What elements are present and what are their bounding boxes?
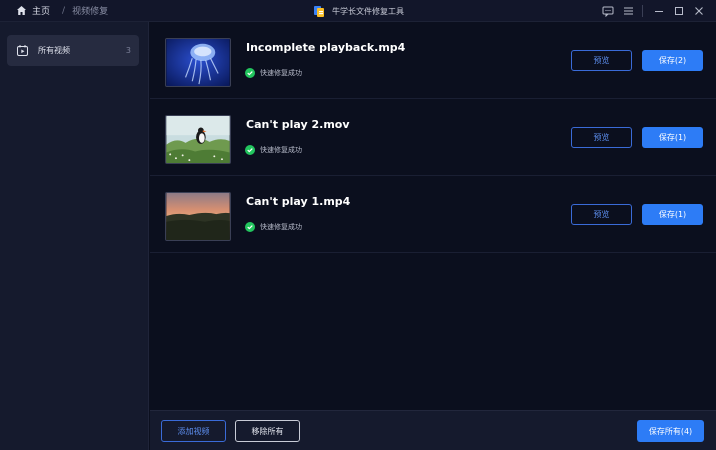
sidebar: 所有视频 3 — [0, 22, 149, 450]
minimize-icon[interactable] — [650, 2, 668, 20]
file-row: Can't play 2.mov 快速修复成功 预览 保存(1) — [150, 99, 716, 176]
sidebar-item-all-videos[interactable]: 所有视频 3 — [7, 35, 139, 66]
success-check-icon — [245, 222, 255, 232]
video-thumbnail-jellyfish[interactable] — [165, 38, 231, 87]
remove-all-button[interactable]: 移除所有 — [235, 420, 300, 442]
file-row: Can't play 1.mp4 快速修复成功 预览 保存(1) — [150, 176, 716, 253]
repair-status: 快速修复成功 — [245, 222, 302, 232]
success-check-icon — [245, 145, 255, 155]
home-icon[interactable] — [16, 5, 27, 16]
file-name: Can't play 1.mp4 — [246, 195, 351, 208]
app-logo-icon — [313, 5, 326, 18]
status-text: 快速修复成功 — [260, 69, 302, 77]
video-thumbnail-puffin[interactable] — [165, 115, 231, 164]
add-video-button[interactable]: 添加视频 — [161, 420, 226, 442]
video-calendar-icon — [16, 44, 29, 57]
status-text: 快速修复成功 — [260, 223, 302, 231]
menu-icon[interactable] — [619, 2, 637, 20]
app-title-text: 牛学长文件修复工具 — [332, 6, 404, 16]
file-list: Incomplete playback.mp4 快速修复成功 预览 保存(2) … — [150, 22, 716, 410]
breadcrumb-separator: / — [62, 5, 66, 16]
file-row: Incomplete playback.mp4 快速修复成功 预览 保存(2) — [150, 22, 716, 99]
save-all-button[interactable]: 保存所有(4) — [637, 420, 704, 442]
preview-button[interactable]: 预览 — [571, 50, 632, 71]
file-name: Can't play 2.mov — [246, 118, 350, 131]
preview-button[interactable]: 预览 — [571, 127, 632, 148]
maximize-icon[interactable] — [670, 2, 688, 20]
breadcrumb: 主页 / 视频修复 — [0, 0, 108, 22]
footer-bar: 添加视频 移除所有 保存所有(4) — [150, 410, 716, 450]
save-button[interactable]: 保存(1) — [642, 127, 703, 148]
feedback-icon[interactable] — [599, 2, 617, 20]
sidebar-item-count: 3 — [125, 46, 131, 55]
window-controls — [597, 0, 708, 22]
repair-status: 快速修复成功 — [245, 68, 302, 78]
status-text: 快速修复成功 — [260, 146, 302, 154]
sidebar-item-label: 所有视频 — [38, 46, 70, 55]
breadcrumb-home[interactable]: 主页 — [32, 4, 50, 17]
preview-button[interactable]: 预览 — [571, 204, 632, 225]
breadcrumb-current: 视频修复 — [72, 7, 109, 17]
title-bar: 主页 / 视频修复 牛学长文件修复工具 — [0, 0, 716, 22]
repair-status: 快速修复成功 — [245, 145, 302, 155]
controls-divider — [642, 5, 643, 17]
success-check-icon — [245, 68, 255, 78]
file-name: Incomplete playback.mp4 — [246, 41, 406, 54]
save-button[interactable]: 保存(2) — [642, 50, 703, 71]
save-button[interactable]: 保存(1) — [642, 204, 703, 225]
close-icon[interactable] — [690, 2, 708, 20]
app-title: 牛学长文件修复工具 — [313, 0, 404, 22]
video-thumbnail-sunset[interactable] — [165, 192, 231, 241]
